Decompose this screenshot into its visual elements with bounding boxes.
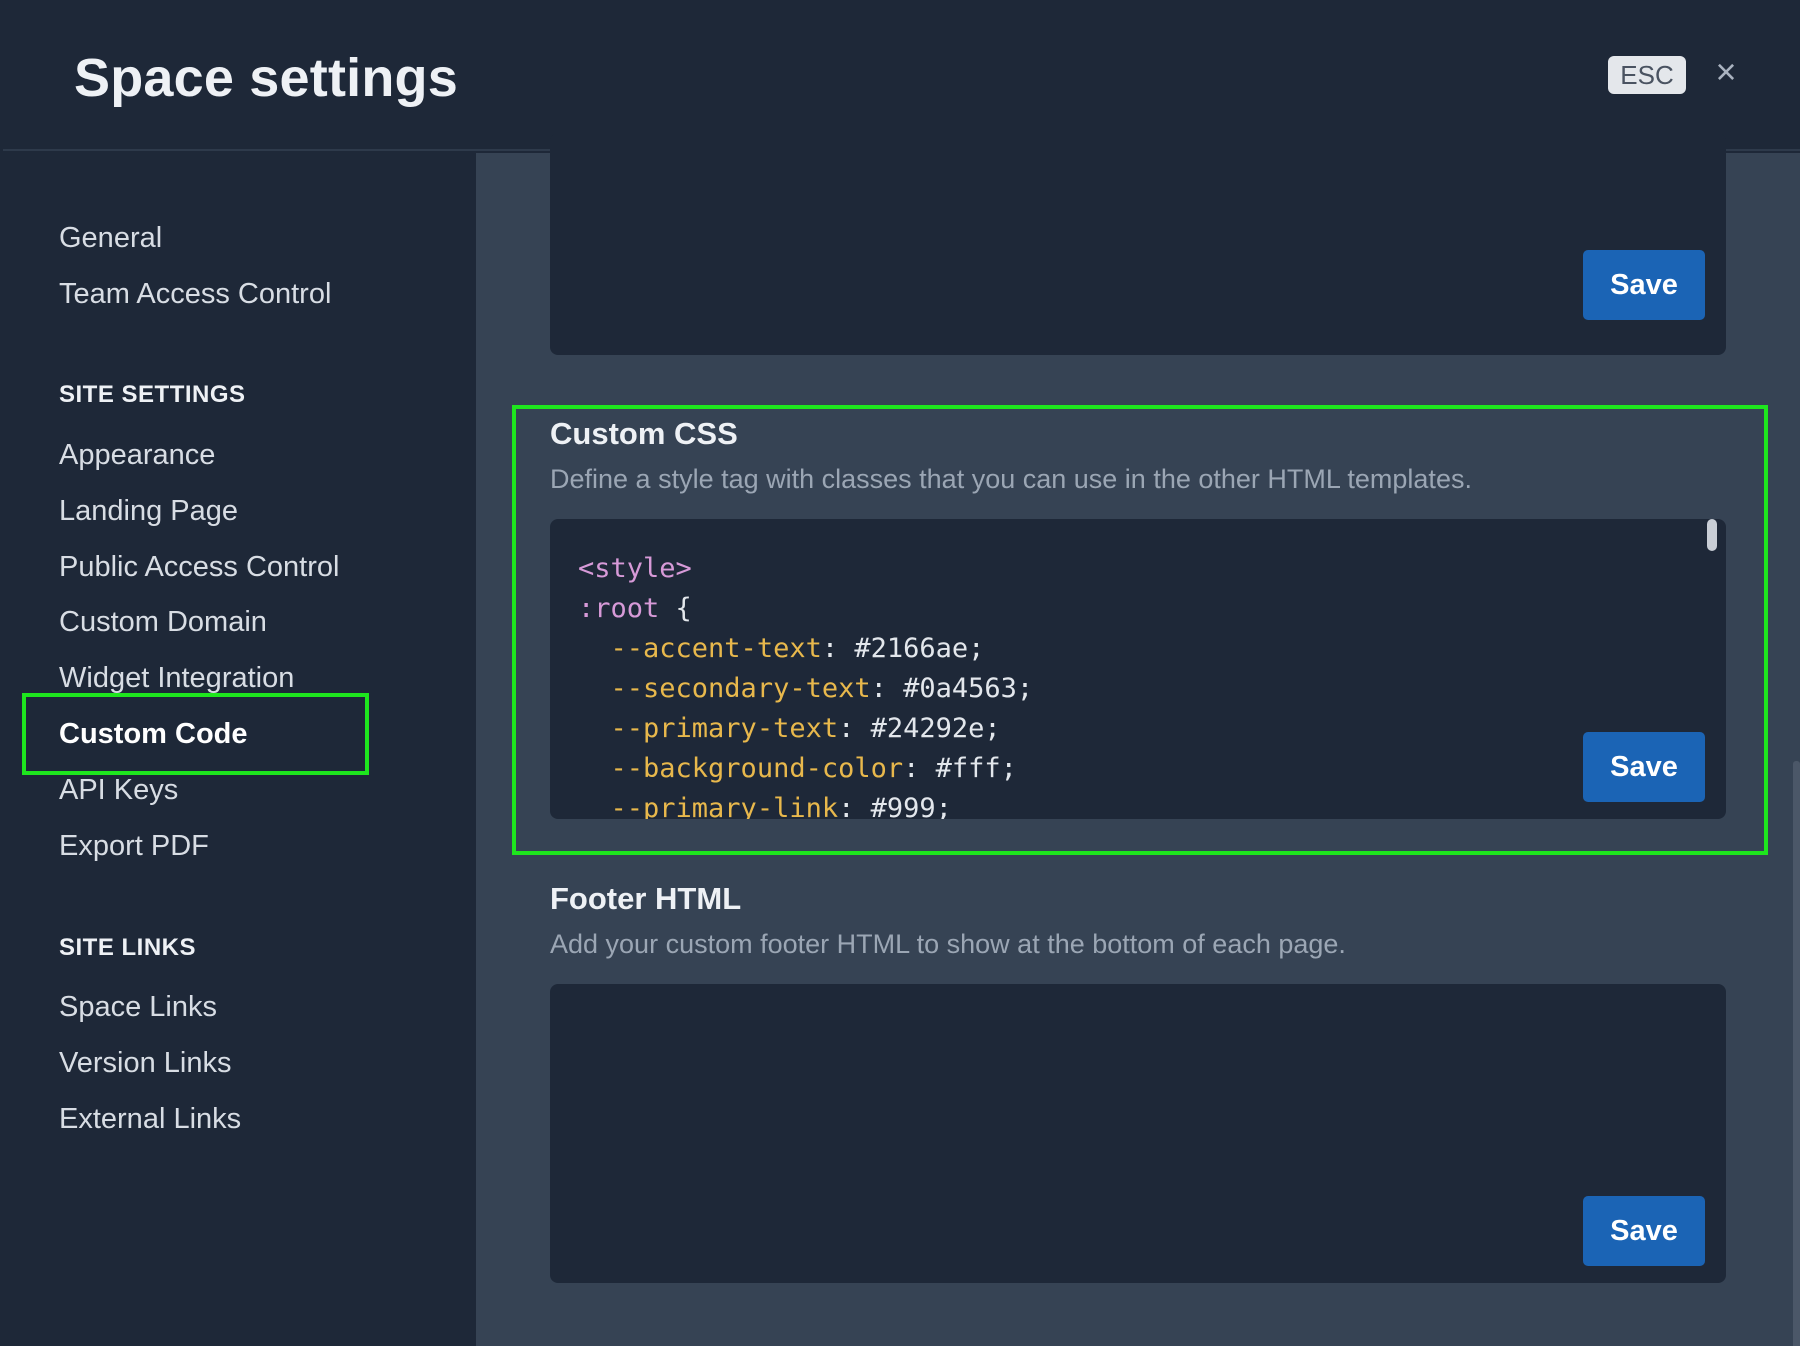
- sidebar-item-external-links[interactable]: External Links: [59, 1103, 241, 1136]
- close-icon[interactable]: ×: [1709, 54, 1743, 90]
- save-button-footer-html[interactable]: Save: [1583, 1196, 1705, 1266]
- sidebar-item-custom-domain[interactable]: Custom Domain: [59, 606, 267, 639]
- footer-html-description: Add your custom footer HTML to show at t…: [550, 929, 1346, 959]
- code-prop: --background-color: [610, 753, 904, 784]
- sidebar-item-version-links[interactable]: Version Links: [59, 1047, 232, 1080]
- modal-header: Space settings ESC ×: [3, 3, 1800, 151]
- code-value: #999: [870, 793, 936, 819]
- sidebar-item-appearance[interactable]: Appearance: [59, 439, 215, 472]
- code-prop: --primary-link: [610, 793, 839, 819]
- save-button-custom-css[interactable]: Save: [1583, 732, 1705, 802]
- settings-sidebar: General Team Access Control SITE SETTING…: [3, 153, 476, 1346]
- code-brace: {: [659, 593, 692, 624]
- code-selector: :root: [578, 593, 660, 624]
- footer-html-title: Footer HTML: [550, 881, 742, 916]
- site-settings-heading: SITE SETTINGS: [59, 381, 246, 408]
- code-open-tag: <style>: [578, 553, 692, 584]
- custom-css-editor[interactable]: <style> :root { --accent-text: #2166ae; …: [550, 519, 1726, 819]
- sidebar-item-team-access-control[interactable]: Team Access Control: [59, 278, 331, 311]
- footer-html-editor[interactable]: Save: [550, 984, 1726, 1283]
- sidebar-item-general[interactable]: General: [59, 222, 162, 255]
- custom-css-description: Define a style tag with classes that you…: [550, 464, 1472, 494]
- code-value: #0a4563: [903, 673, 1017, 704]
- editor-scrollbar[interactable]: [1707, 519, 1717, 551]
- sidebar-item-widget-integration[interactable]: Widget Integration: [59, 662, 294, 695]
- previous-code-editor[interactable]: Save: [550, 133, 1726, 355]
- sidebar-item-custom-code[interactable]: Custom Code: [59, 718, 248, 751]
- css-code: <style> :root { --accent-text: #2166ae; …: [578, 549, 1033, 819]
- sidebar-item-space-links[interactable]: Space Links: [59, 991, 217, 1024]
- site-links-heading: SITE LINKS: [59, 934, 197, 961]
- content-scrollbar[interactable]: [1793, 761, 1800, 1346]
- code-prop: --accent-text: [610, 633, 822, 664]
- code-value: #2166ae: [854, 633, 969, 664]
- sidebar-item-api-keys[interactable]: API Keys: [59, 774, 178, 807]
- code-value: #24292e: [870, 713, 985, 744]
- sidebar-item-public-access-control[interactable]: Public Access Control: [59, 551, 339, 584]
- sidebar-item-export-pdf[interactable]: Export PDF: [59, 830, 209, 863]
- space-settings-modal: Space settings ESC × General Team Access…: [3, 3, 1800, 1346]
- page-title: Space settings: [74, 48, 458, 108]
- esc-badge: ESC: [1608, 56, 1686, 94]
- code-prop: --secondary-text: [610, 673, 871, 704]
- settings-content: Save Custom CSS Define a style tag with …: [476, 133, 1800, 1346]
- code-prop: --primary-text: [610, 713, 839, 744]
- custom-css-title: Custom CSS: [550, 416, 738, 451]
- code-value: #fff: [935, 753, 1001, 784]
- sidebar-item-landing-page[interactable]: Landing Page: [59, 495, 238, 528]
- save-button-previous[interactable]: Save: [1583, 250, 1705, 320]
